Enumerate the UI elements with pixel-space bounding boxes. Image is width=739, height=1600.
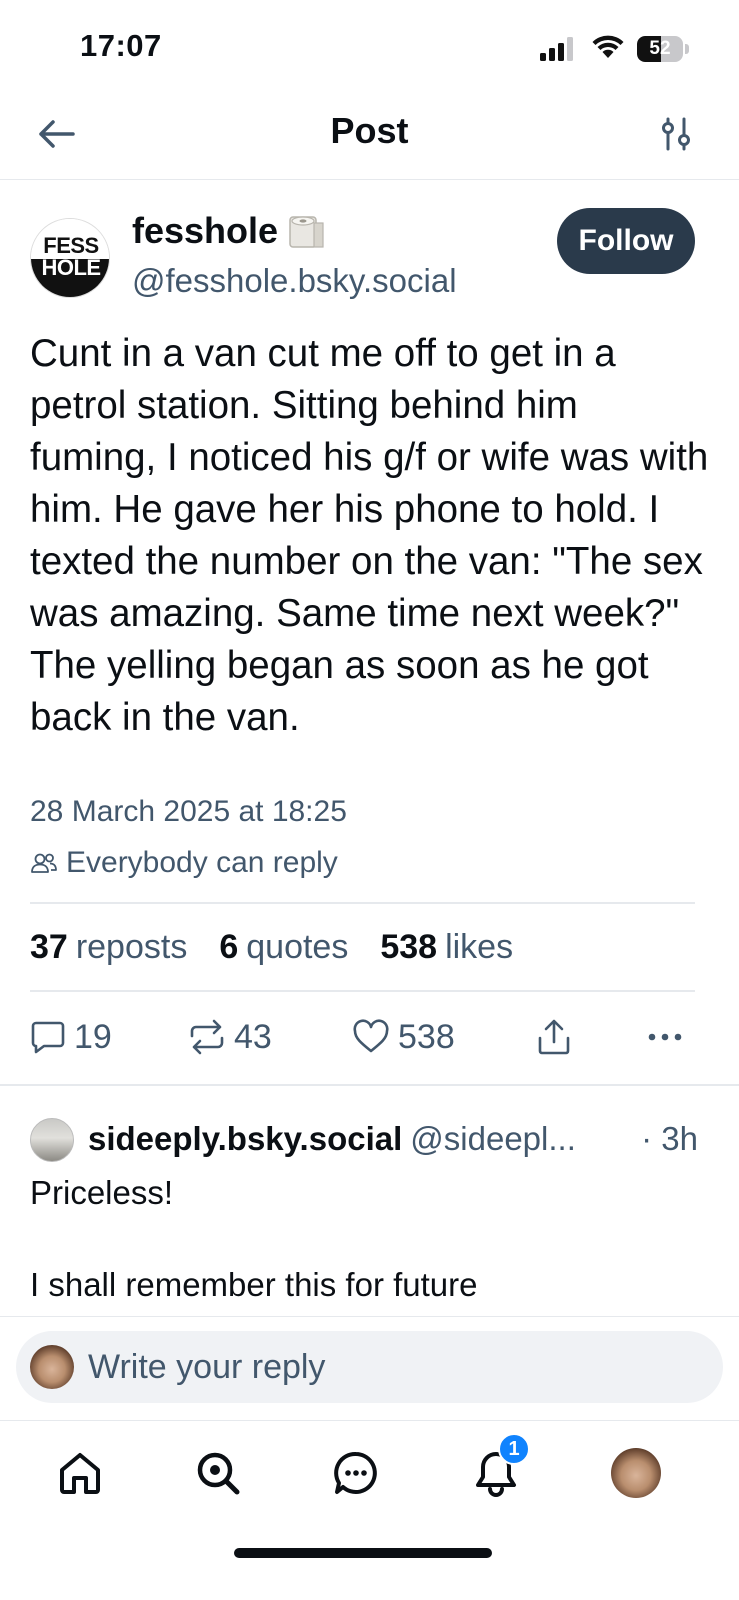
more-options-button[interactable] [646, 1012, 686, 1062]
page-title: Post [330, 110, 409, 151]
search-icon [197, 1452, 240, 1495]
reply-text-line: Priceless! [30, 1174, 174, 1211]
current-user-avatar [30, 1345, 74, 1389]
reply-author-avatar[interactable] [30, 1118, 74, 1162]
tab-search[interactable] [188, 1445, 248, 1501]
reply-count: 19 [74, 1017, 112, 1056]
avatar-logo-text-bottom: HOLE [41, 255, 101, 280]
author-avatar[interactable]: FESS HOLE [30, 218, 110, 298]
users-icon [31, 853, 57, 873]
author-display-name[interactable]: fesshole [132, 210, 326, 252]
thread-settings-button[interactable] [654, 112, 698, 156]
reposts-count: 37 [30, 928, 68, 966]
reply-input-placeholder: Write your reply [88, 1348, 326, 1386]
quotes-label: quotes [246, 928, 349, 966]
likes-count: 538 [380, 928, 438, 966]
reply-button[interactable]: 19 [30, 1012, 112, 1062]
reply-composer-bar: Write your reply [0, 1316, 739, 1420]
divider [30, 990, 695, 992]
tab-notifications[interactable]: 1 [466, 1433, 530, 1501]
post-actions: 19 43 538 [30, 1012, 700, 1062]
tab-chat[interactable] [326, 1445, 386, 1501]
chat-bubble-icon [334, 1452, 377, 1494]
sliders-icon [662, 117, 690, 151]
cellular-signal-icon [540, 37, 573, 61]
tab-profile[interactable] [606, 1445, 666, 1501]
reply-setting-label: Everybody can reply [66, 846, 338, 879]
ellipsis-icon [648, 1033, 682, 1041]
status-time: 17:07 [80, 28, 162, 63]
reply-header[interactable]: sideeply.bsky.social @sideepl... · 3h [88, 1120, 698, 1158]
reposts-label: reposts [75, 928, 188, 966]
quotes-stat[interactable]: 6 quotes [219, 928, 348, 967]
like-count: 538 [398, 1017, 455, 1056]
divider [30, 902, 695, 904]
quotes-count: 6 [219, 928, 239, 966]
divider [0, 1084, 739, 1086]
toilet-roll-icon [289, 216, 324, 248]
post-timestamp: 28 March 2025 at 18:25 [30, 795, 347, 828]
display-name-text: fesshole [132, 210, 279, 251]
reposts-stat[interactable]: 37 reposts [30, 928, 187, 967]
reply-text-line: I shall remember this for future [30, 1266, 478, 1303]
top-header: Post [0, 90, 739, 180]
author-handle[interactable]: @fesshole.bsky.social [132, 262, 457, 300]
reply-author-handle: @sideepl... [410, 1120, 576, 1157]
status-bar: 17:07 52 [0, 0, 739, 90]
share-icon [538, 1019, 570, 1055]
home-indicator[interactable] [234, 1548, 492, 1558]
bottom-tab-bar: 1 [0, 1420, 739, 1600]
wifi-icon [592, 35, 624, 58]
repost-button[interactable]: 43 [188, 1012, 272, 1062]
like-button[interactable]: 538 [352, 1012, 455, 1062]
likes-label: likes [445, 928, 514, 966]
reply-time: · 3h [635, 1120, 698, 1158]
follow-button[interactable]: Follow [557, 208, 695, 274]
heart-icon [353, 1019, 389, 1053]
home-icon [60, 1453, 100, 1494]
share-button[interactable] [536, 1012, 572, 1062]
speech-bubble-icon [31, 1021, 65, 1054]
likes-stat[interactable]: 538 likes [380, 928, 513, 967]
reply-input[interactable]: Write your reply [16, 1331, 723, 1403]
reply-setting[interactable]: Everybody can reply [30, 846, 338, 880]
profile-avatar [611, 1448, 661, 1498]
battery-icon: 52 [637, 36, 689, 62]
reply-author-name: sideeply.bsky.social [88, 1120, 403, 1157]
post-body-text: Cunt in a van cut me off to get in a pet… [30, 332, 709, 739]
notifications-badge: 1 [498, 1433, 530, 1465]
battery-percent: 52 [649, 38, 671, 59]
repost-icon [190, 1019, 224, 1055]
engagement-stats: 37 reposts 6 quotes 538 likes [30, 928, 513, 967]
tab-home[interactable] [50, 1445, 110, 1501]
repost-count: 43 [234, 1017, 272, 1056]
